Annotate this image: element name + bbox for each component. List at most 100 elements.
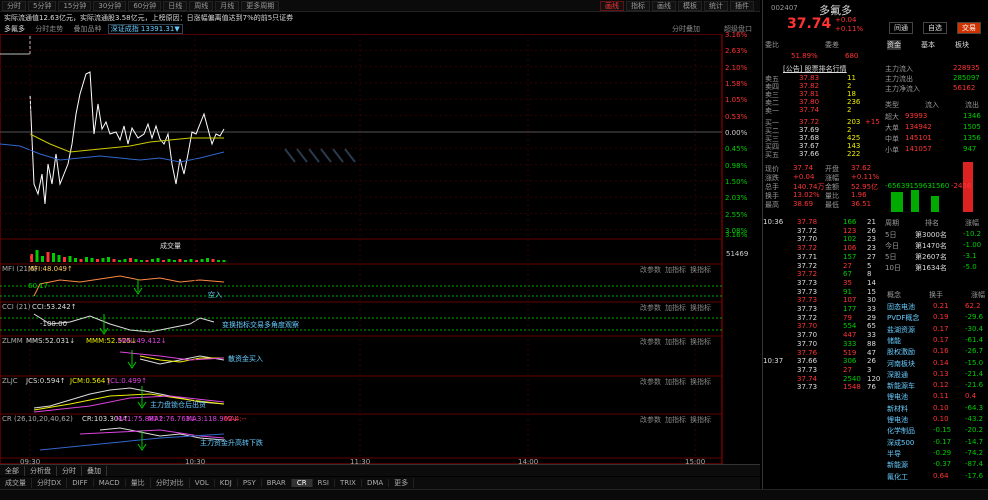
ind-tab-10[interactable]: CR	[291, 479, 313, 487]
sector-name[interactable]: PVDF概念	[887, 313, 919, 323]
pct-label: 0.53%	[725, 112, 748, 121]
sector-name[interactable]: 新能源车	[887, 381, 915, 391]
pane-btn-2[interactable]: 换指标	[690, 265, 711, 275]
period-btn-1[interactable]: 5分钟	[28, 0, 57, 11]
ind-tab-2[interactable]: DIFF	[67, 479, 94, 487]
tick-vol: 333	[843, 339, 857, 348]
volume-bar	[96, 259, 99, 262]
ind-tab-8[interactable]: PSY	[238, 479, 262, 487]
ask-price: 37.80	[799, 98, 820, 106]
notice-link[interactable]: [公告] 股票排名行情	[783, 64, 847, 74]
tick-num: 88	[867, 339, 876, 348]
ind-tab-11[interactable]: RSI	[313, 479, 335, 487]
ind-tab-7[interactable]: KDJ	[215, 479, 238, 487]
ind-tab-3[interactable]: MACD	[94, 479, 126, 487]
sector-name[interactable]: 新能源	[887, 460, 908, 470]
period-pct: -5.0	[963, 263, 977, 271]
zlmm-v1: MMS:52.031↓	[26, 337, 76, 345]
ind-tab-6[interactable]: VOL	[190, 479, 215, 487]
pane-btn-0[interactable]: 改参数	[640, 337, 661, 347]
period-btn-4[interactable]: 60分钟	[128, 0, 162, 11]
sector-name[interactable]: 盐湖资源	[887, 325, 915, 335]
action-btn-1[interactable]: 自选	[923, 22, 947, 34]
pct-label: 1.05%	[725, 96, 748, 105]
volume-bar	[206, 258, 209, 262]
ind-tab-14[interactable]: 更多	[389, 478, 415, 488]
sector-name[interactable]: 锂电池	[887, 392, 908, 402]
period-btn-7[interactable]: 月线	[215, 0, 240, 11]
action-btn-2[interactable]: 交易	[957, 22, 981, 34]
ind-tab-4[interactable]: 量比	[126, 478, 151, 488]
tool-btn-5[interactable]: 插件	[730, 0, 754, 11]
intraday-chart-svg[interactable]	[0, 34, 760, 468]
period-btn-6[interactable]: 周线	[189, 0, 214, 11]
action-btn-0[interactable]: 间通	[889, 22, 913, 34]
period-btn-3[interactable]: 30分钟	[93, 0, 127, 11]
sector-name[interactable]: 深股通	[887, 370, 908, 380]
ind-tab-1[interactable]: 分时DX	[32, 478, 68, 488]
sector-turn: 0.13	[933, 369, 949, 378]
sector-name[interactable]: 固态电池	[887, 302, 915, 312]
pane-btn-1[interactable]: 加指标	[665, 377, 686, 387]
pane-btn-2[interactable]: 换指标	[690, 377, 711, 387]
ind-tab-13[interactable]: DMA	[362, 479, 390, 487]
cci-value: CCI:53.242↑	[32, 303, 77, 311]
status-bar	[0, 489, 988, 500]
sector-name[interactable]: 锂电池	[887, 415, 908, 425]
quote-label2: 最低	[825, 201, 839, 209]
ind-tab-5[interactable]: 分时对比	[151, 478, 190, 488]
sector-name[interactable]: 储能	[887, 336, 901, 346]
pane-btn-2[interactable]: 换指标	[690, 303, 711, 313]
sector-name[interactable]: 半导	[887, 449, 901, 459]
pct-label: 2.03%	[725, 194, 748, 203]
bottom-tab-1[interactable]: 分析盘	[25, 465, 57, 476]
tick-price: 37.73	[797, 296, 818, 305]
pane-btn-0[interactable]: 改参数	[640, 377, 661, 387]
bottom-tab-2[interactable]: 分时	[57, 465, 82, 476]
period-btn-8[interactable]: 更多周期	[241, 0, 280, 11]
pane-btn-2[interactable]: 换指标	[690, 337, 711, 347]
sector-name[interactable]: 氟化工	[887, 472, 908, 482]
flow-bar-value: -1560	[929, 182, 950, 190]
ind-tab-0[interactable]: 成交量	[0, 478, 32, 488]
pct-label: 0.98%	[725, 161, 748, 170]
bottom-tab-3[interactable]: 叠加	[82, 465, 107, 476]
chart-area[interactable]: 3.16% 2.63% 2.10% 1.58% 1.05% 0.53% 0.00% 0.45%…	[0, 31, 760, 468]
sector-name[interactable]: 河南板块	[887, 359, 915, 369]
pane-btn-0[interactable]: 改参数	[640, 303, 661, 313]
tool-btn-2[interactable]: 画线	[652, 0, 676, 11]
ind-tab-9[interactable]: BRAR	[262, 479, 292, 487]
tool-btn-1[interactable]: 指标	[626, 0, 650, 11]
period-btn-0[interactable]: 分时	[2, 0, 26, 11]
tool-btn-4[interactable]: 统计	[704, 0, 728, 11]
sector-name[interactable]: 新材料	[887, 404, 908, 414]
pct-label: 2.10%	[725, 63, 748, 72]
sector-name[interactable]: 化学制品	[887, 426, 915, 436]
pane-btn-1[interactable]: 加指标	[665, 415, 686, 425]
panel-tab-1[interactable]: 基本	[921, 40, 935, 50]
tool-btn-0[interactable]: 画线	[600, 0, 624, 11]
sector-name[interactable]: 股权激励	[887, 347, 915, 357]
overlay-tab[interactable]: 叠加品种	[73, 25, 101, 33]
tick-num: 26	[867, 357, 876, 366]
tick-time: 10:37	[763, 357, 784, 366]
sector-name[interactable]: 深成500	[887, 438, 914, 448]
intraday-tab[interactable]: 分时走势	[35, 25, 63, 33]
tool-btn-3[interactable]: 模板	[678, 0, 702, 11]
period-btn-5[interactable]: 日线	[163, 0, 188, 11]
tick-num: 27	[867, 252, 876, 261]
ind-tab-12[interactable]: TRIX	[335, 479, 362, 487]
pane-btn-1[interactable]: 加指标	[665, 337, 686, 347]
pane-btn-1[interactable]: 加指标	[665, 265, 686, 275]
pane-btn-1[interactable]: 加指标	[665, 303, 686, 313]
pane-btn-2[interactable]: 换指标	[690, 415, 711, 425]
period-btn-2[interactable]: 15分钟	[58, 0, 92, 11]
panel-tab-0[interactable]: 资金	[887, 40, 901, 50]
panel-tab-2[interactable]: 板块	[955, 40, 969, 50]
overlay-toggle[interactable]: 分时叠加	[672, 24, 700, 34]
tick-vol: 102	[843, 235, 857, 244]
pane-btn-0[interactable]: 改参数	[640, 265, 661, 275]
pane-btn-0[interactable]: 改参数	[640, 415, 661, 425]
index-overlay[interactable]: 深证成指 13391.31▼	[107, 24, 183, 34]
bottom-tab-0[interactable]: 全部	[0, 465, 25, 476]
